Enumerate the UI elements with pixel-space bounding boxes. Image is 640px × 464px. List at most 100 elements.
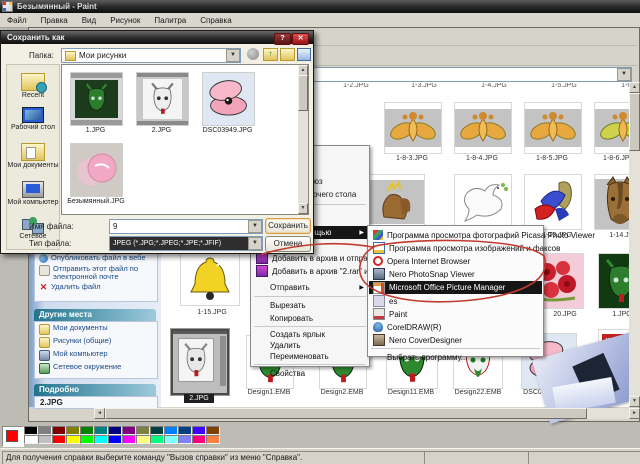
address-dropdown-button[interactable]: ▼ (617, 68, 631, 81)
palette-swatch[interactable] (52, 426, 66, 435)
place-recent[interactable]: Recent (7, 73, 59, 99)
cancel-button[interactable]: Отмена (265, 236, 311, 252)
palette-swatch[interactable] (24, 426, 38, 435)
thumbnail-label[interactable]: 1-8-4.JPG (454, 155, 510, 162)
thumbnail-label[interactable]: 1-8-5.JPG (524, 155, 580, 162)
other-places-header[interactable]: Другие места (34, 309, 156, 321)
file-label[interactable]: 1.JPG (70, 127, 121, 134)
new-folder-button[interactable] (280, 48, 295, 61)
thumbnail-label[interactable]: Design1.EMB (243, 389, 295, 396)
place-shared-pictures[interactable]: Рисунки (общие) (39, 337, 155, 348)
filetype-dropdown-button[interactable]: ▼ (248, 237, 262, 250)
vertical-scroll-thumb[interactable] (629, 93, 640, 151)
place-my-documents[interactable]: Мои документы (7, 143, 59, 169)
palette-swatch[interactable] (108, 426, 122, 435)
place-network[interactable]: Сетевое окружение (39, 363, 155, 374)
palette-swatch[interactable] (122, 435, 136, 444)
menu-image[interactable]: Рисунок (103, 16, 147, 25)
palette-row-1[interactable] (24, 426, 220, 435)
palette-row-2[interactable] (24, 435, 220, 444)
filename-input[interactable]: 9 ▼ (109, 219, 263, 234)
menu-item-copy[interactable]: Копировать (252, 312, 368, 324)
thumbnail-squirrel[interactable] (369, 174, 425, 230)
task-publish-file[interactable]: Опубликовать файл в вебе (39, 254, 155, 263)
views-button[interactable] (297, 48, 311, 61)
palette-swatch[interactable] (136, 426, 150, 435)
palette-swatch[interactable] (38, 426, 52, 435)
scroll-up-button[interactable]: ▲ (629, 82, 640, 93)
menu-item-cut[interactable]: Вырезать (252, 299, 368, 311)
scroll-left-button[interactable]: ◄ (94, 408, 105, 419)
palette-swatch[interactable] (94, 435, 108, 444)
help-button[interactable]: ? (274, 33, 291, 45)
vertical-scrollbar[interactable]: ▲ ▼ (629, 82, 640, 407)
palette-swatch[interactable] (178, 435, 192, 444)
palette-swatch[interactable] (122, 426, 136, 435)
menu-edit[interactable]: Правка (34, 16, 75, 25)
thumbnail-bell[interactable] (180, 253, 240, 306)
palette-swatch[interactable] (108, 435, 122, 444)
list-scroll-thumb[interactable] (298, 75, 308, 111)
palette-swatch[interactable] (80, 426, 94, 435)
palette-swatch[interactable] (164, 426, 178, 435)
palette-swatch[interactable] (80, 435, 94, 444)
palette-swatch[interactable] (38, 435, 52, 444)
selected-file-label[interactable]: 2.JPG (184, 394, 214, 403)
close-button[interactable]: ✕ (292, 33, 309, 45)
menu-item-send-to[interactable]: Отправить ▶ (252, 281, 368, 293)
menu-item-coreldraw[interactable]: CorelDRAW(R) (369, 321, 542, 333)
file-label[interactable]: Безымянный.JPG (64, 198, 128, 205)
menu-item-office-picture-manager[interactable]: Microsoft Office Picture Manager (369, 281, 542, 294)
palette-swatch[interactable] (206, 426, 220, 435)
menu-item-paint[interactable]: Paint (369, 308, 542, 320)
horizontal-scroll-thumb[interactable] (105, 408, 587, 419)
file-label[interactable]: 2.JPG (136, 127, 187, 134)
place-my-computer[interactable]: Мой компьютер (39, 350, 155, 361)
back-button[interactable] (247, 48, 259, 60)
thumbnail-flower[interactable] (384, 102, 442, 154)
menu-item-opera[interactable]: Opera Internet Browser (369, 255, 542, 267)
menu-item-windows-picture-viewer[interactable]: Программа просмотра изображений и факсов (369, 242, 560, 254)
menu-item-choose-program[interactable]: Выбрать программу... (369, 351, 542, 363)
thumbnail-label[interactable]: 20.JPG (545, 311, 585, 318)
current-color-box[interactable] (2, 426, 24, 447)
selected-file-thumbnail[interactable] (170, 328, 230, 396)
menu-item-nero-coverdesigner[interactable]: Nero CoverDesigner (369, 334, 542, 346)
palette-swatch[interactable] (52, 435, 66, 444)
palette-swatch[interactable] (24, 435, 38, 444)
menu-file[interactable]: Файл (0, 16, 34, 25)
menu-palette[interactable]: Палитра (147, 16, 193, 25)
scroll-down-button[interactable]: ▼ (298, 203, 308, 214)
menu-item-es[interactable]: es (369, 295, 542, 307)
details-header[interactable]: Подробно (34, 384, 156, 396)
menu-item-add-archive-rar-email[interactable]: Добавить в архив "2.rar" и отправить по … (252, 265, 444, 277)
thumbnail-flower[interactable] (524, 102, 582, 154)
thumbnail-label[interactable]: 1-15.JPG (184, 309, 240, 316)
palette-swatch[interactable] (136, 435, 150, 444)
menu-item-delete[interactable]: Удалить (252, 340, 368, 351)
paint-titlebar[interactable]: Безымянный - Paint (0, 0, 640, 13)
menu-item-picasa-viewer[interactable]: Программа просмотра фотографий Picasa Ph… (369, 229, 595, 241)
scroll-down-button[interactable]: ▼ (629, 396, 640, 407)
thumbnail-label[interactable]: 1-8-3.JPG (384, 155, 440, 162)
task-email-file[interactable]: Отправить этот файл по электронной почте (39, 265, 155, 281)
thumbnail-flower[interactable] (454, 102, 512, 154)
menu-view[interactable]: Вид (75, 16, 103, 25)
file-thumbnail[interactable] (70, 143, 123, 197)
save-button[interactable]: Сохранить (265, 218, 311, 234)
palette-swatch[interactable] (192, 426, 206, 435)
file-thumbnail[interactable] (70, 72, 123, 126)
palette-swatch[interactable] (66, 435, 80, 444)
dialog-titlebar[interactable]: Сохранить как ? ✕ (1, 31, 313, 45)
palette-swatch[interactable] (192, 435, 206, 444)
palette-swatch[interactable] (66, 426, 80, 435)
place-my-computer[interactable]: Мой компьютер (7, 181, 59, 206)
palette-swatch[interactable] (206, 435, 220, 444)
scroll-right-button[interactable]: ► (629, 408, 640, 419)
file-thumbnail[interactable] (202, 72, 255, 126)
menu-item-nero-photosnap[interactable]: Nero PhotoSnap Viewer (369, 268, 542, 280)
file-label[interactable]: DSC03949.JPG (202, 127, 253, 134)
thumbnail-label[interactable]: Design2.EMB (316, 389, 368, 396)
thumbnail-bird[interactable] (524, 174, 582, 230)
menu-item-create-shortcut[interactable]: Создать ярлык (252, 329, 368, 340)
